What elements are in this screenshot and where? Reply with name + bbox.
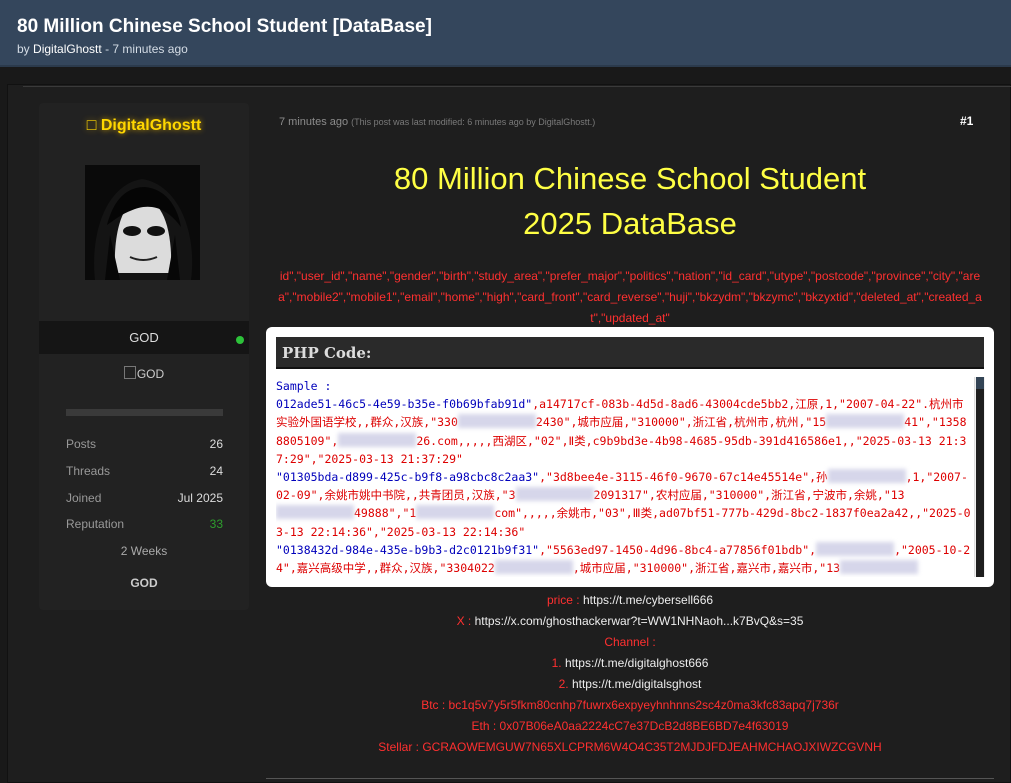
redacted-block xyxy=(840,560,919,575)
stat-joined: Joined Jul 2025 xyxy=(66,491,223,507)
stellar-line: Stellar : GCRAOWEMGUW7N65XLCPRM6W4O4C35T… xyxy=(266,740,994,754)
code-token: 2430",城市应届,"310000",浙江省,杭州市,杭州,"15 xyxy=(535,415,827,430)
redacted-block xyxy=(416,505,495,520)
byline-prefix: by xyxy=(17,42,30,56)
price-link[interactable]: https://t.me/cybersell666 xyxy=(583,593,713,607)
channel-link-2[interactable]: https://t.me/digitalsghost xyxy=(572,677,701,691)
code-token: 2091317",农村应届,"310000",浙江省,宁波市,余姚,"13 xyxy=(593,488,905,503)
rank-bar: GOD xyxy=(39,321,249,354)
author-link[interactable]: DigitalGhostt xyxy=(33,42,102,56)
avatar[interactable] xyxy=(85,165,200,280)
code-record: 012ade51-46c5-4e59-b35e-f0b69bfab91d",a1… xyxy=(276,395,972,468)
redacted-block xyxy=(457,414,536,429)
channel-line: Channel : xyxy=(266,635,994,649)
code-header: PHP Code: xyxy=(276,337,984,369)
code-token: "01305bda-d899-425c-b9f8-a98cbc8c2aa3" xyxy=(276,470,540,485)
online-status-icon xyxy=(236,336,244,344)
code-record: "01305bda-d899-425c-b9f8-a98cbc8c2aa3","… xyxy=(276,468,972,541)
progress-bar xyxy=(66,409,223,416)
code-scrollbar[interactable] xyxy=(974,377,985,577)
btc-line: Btc : bc1q5v7y5r5fkm80cnhp7fuwrx6expyeyh… xyxy=(266,698,994,712)
membership-duration: 2 Weeks xyxy=(120,544,168,558)
redacted-block xyxy=(816,541,895,556)
eth-address: Eth : 0x07B06eA0aa2224cC7e37DcB2d8BE6BD7… xyxy=(471,719,789,733)
redacted-block xyxy=(338,432,417,447)
stat-threads: Threads 24 xyxy=(66,464,223,480)
x-line: X : https://x.com/ghosthackerwar?t=WW1NH… xyxy=(266,614,994,628)
post-footer-divider xyxy=(266,778,994,779)
code-token: "0138432d-984e-435e-b9b3-d2c0121b9f31" xyxy=(276,542,540,557)
code-token: 012ade51-46c5-4e59-b35e-f0b69bfab91d" xyxy=(276,397,533,412)
scrollbar-thumb[interactable] xyxy=(976,377,984,577)
eth-line: Eth : 0x07B06eA0aa2224cC7e37DcB2d8BE6BD7… xyxy=(266,719,994,733)
post-modified-note: (This post was last modified: 6 minutes … xyxy=(351,117,596,127)
redacted-block xyxy=(826,414,905,429)
redacted-block xyxy=(827,469,906,484)
username-text[interactable]: □ DigitalGhostt xyxy=(87,117,202,134)
stat-label: Threads xyxy=(66,464,111,478)
code-line: Sample : xyxy=(276,379,332,393)
rank-badge-image: GOD xyxy=(39,366,249,381)
divider xyxy=(23,86,1011,87)
stat-reputation: Reputation 33 xyxy=(66,517,223,533)
post-headline: 80 Million Chinese School Student 2025 D… xyxy=(266,156,994,246)
column-list: id","user_id","name","gender","birth","s… xyxy=(278,269,982,325)
avatar-image xyxy=(85,165,200,280)
broken-image-icon xyxy=(123,366,136,379)
stat-label: Posts xyxy=(66,437,97,451)
code-record: "0138432d-984e-435e-b9b3-d2c0121b9f31","… xyxy=(276,541,972,577)
group-badge-image: GOD xyxy=(39,576,249,590)
stat-posts: Posts 26 xyxy=(66,437,223,453)
stat-value[interactable]: 33 xyxy=(210,517,223,531)
code-token: ,城市应届,"310000",浙江省,嘉兴市,嘉兴市,"13 xyxy=(572,561,841,576)
stat-label: Reputation xyxy=(66,517,125,531)
headline-line-1: 80 Million Chinese School Student xyxy=(393,161,867,196)
channel-number: 2. xyxy=(558,677,569,691)
code-token: 49888","1 xyxy=(354,506,417,521)
scrollbar-up-arrow[interactable] xyxy=(976,377,984,389)
redacted-block xyxy=(494,560,573,575)
channel-link-1[interactable]: https://t.me/digitalghost666 xyxy=(565,656,708,670)
x-link[interactable]: https://x.com/ghosthackerwar?t=WW1NHNaoh… xyxy=(475,614,804,628)
code-token: ,"3d8bee4e-3115-46f0-9670-67c14e45514e",… xyxy=(539,470,828,485)
thread-byline: by DigitalGhostt - 7 minutes ago xyxy=(17,42,188,56)
channel-item-2: 2. https://t.me/digitalsghost xyxy=(266,677,994,691)
channel-label: Channel : xyxy=(604,635,656,649)
code-title: PHP Code: xyxy=(282,344,372,362)
stat-value[interactable]: 24 xyxy=(210,464,223,478)
group-badge-alt: GOD xyxy=(130,576,158,590)
code-block: PHP Code: Sample : 012ade51-46c5-4e59-b3… xyxy=(266,327,994,587)
user-sidebar: □ DigitalGhostt GOD GOD Posts 26 Threads 2… xyxy=(39,103,249,610)
stat-value: Jul 2025 xyxy=(177,491,223,505)
stellar-address: Stellar : GCRAOWEMGUW7N65XLCPRM6W4O4C35T… xyxy=(378,740,882,754)
thread-time: - 7 minutes ago xyxy=(105,42,188,56)
price-label: price : xyxy=(546,593,580,607)
stat-label: Joined xyxy=(66,491,102,505)
btc-address: Btc : bc1q5v7y5r5fkm80cnhp7fuwrx6expyeyh… xyxy=(421,698,839,712)
price-line: price : https://t.me/cybersell666 xyxy=(266,593,994,607)
code-token: ,"5563ed97-1450-4d96-8bc4-a77856f01bdb", xyxy=(539,542,817,557)
thread-title: 80 Million Chinese School Student [DataB… xyxy=(17,16,432,37)
redacted-block xyxy=(276,505,354,520)
post-time: 7 minutes ago xyxy=(279,116,349,128)
code-content[interactable]: Sample : 012ade51-46c5-4e59-b35e-f0b69bf… xyxy=(276,377,972,577)
post-number-link[interactable]: #1 xyxy=(960,114,973,128)
channel-item-1: 1. https://t.me/digitalghost666 xyxy=(266,656,994,670)
username-link[interactable]: □ DigitalGhostt xyxy=(39,117,249,135)
headline-line-2: 2025 DataBase xyxy=(523,206,737,241)
stat-value[interactable]: 26 xyxy=(210,437,223,451)
x-label: X : xyxy=(456,614,472,628)
redacted-block xyxy=(515,487,594,502)
post-meta: 7 minutes ago (This post was last modifi… xyxy=(279,116,595,128)
thread-header: 80 Million Chinese School Student [DataB… xyxy=(0,0,1011,67)
user-rank: GOD xyxy=(129,330,159,345)
rank-badge-alt: GOD xyxy=(136,367,165,381)
channel-number: 1. xyxy=(551,656,562,670)
